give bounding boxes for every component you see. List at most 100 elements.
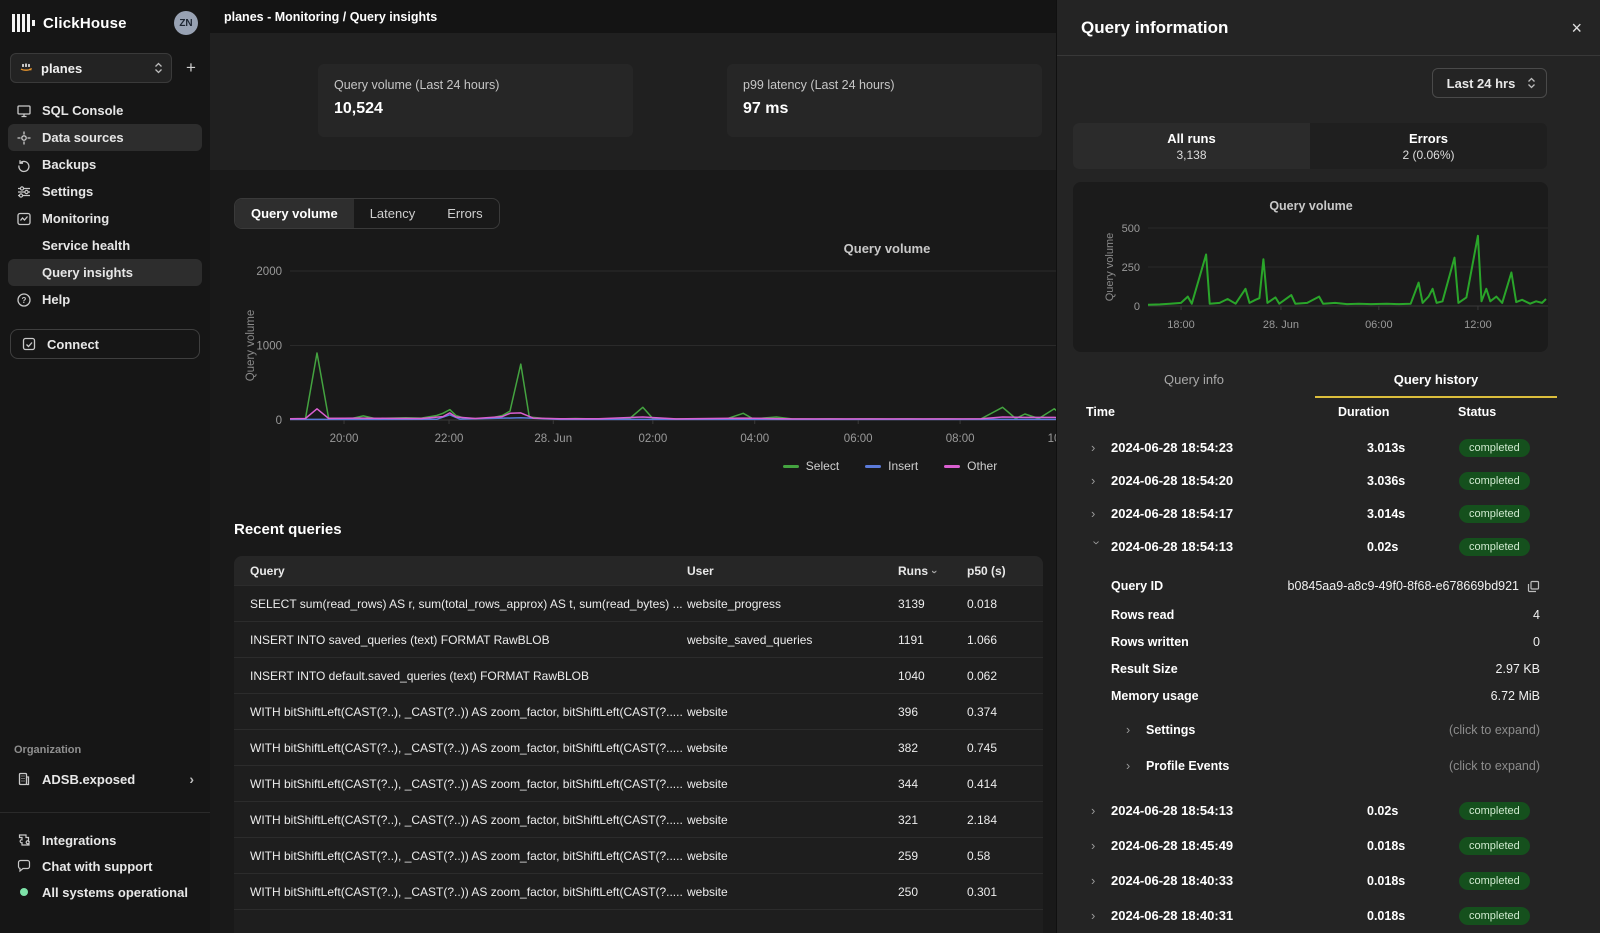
app-root: ClickHouse ZN planes + SQL Console (0, 0, 1600, 933)
legend-item[interactable]: Insert (865, 459, 918, 473)
table-row[interactable]: WITH bitShiftLeft(CAST(?..), _CAST(?..))… (234, 693, 1043, 729)
svg-text:06:00: 06:00 (844, 433, 873, 445)
sidebar-item-chat-support[interactable]: Chat with support (8, 853, 202, 879)
history-duration: 3.036s (1367, 474, 1459, 488)
organization-item[interactable]: ADSB.exposed › (8, 764, 202, 794)
connect-icon (21, 336, 37, 352)
segment-errors[interactable]: Errors 2 (0.06%) (1310, 123, 1547, 169)
mini-chart-svg: 025050018:0028. Jun06:0012:00Query volum… (1073, 182, 1548, 352)
copy-icon[interactable] (1527, 580, 1540, 593)
time-range-select[interactable]: Last 24 hrs (1432, 68, 1547, 98)
legend-swatch-icon (865, 465, 881, 468)
close-icon[interactable]: × (1571, 19, 1582, 37)
column-user[interactable]: User (687, 564, 898, 578)
column-query[interactable]: Query (250, 564, 687, 578)
chevron-right-icon[interactable]: › (1091, 803, 1111, 818)
chevron-right-icon[interactable]: › (1091, 873, 1111, 888)
history-row[interactable]: ›2024-06-28 18:45:490.018scompleted (1073, 828, 1540, 863)
history-row[interactable]: ›2024-06-28 18:54:130.02scompleted (1073, 793, 1540, 828)
sidebar-item-help[interactable]: ? Help (8, 286, 202, 313)
svg-text:Query volume: Query volume (1104, 233, 1116, 301)
panel-header: Query information × (1057, 0, 1600, 56)
legend-label: Select (806, 459, 839, 473)
detail-label: Rows written (1111, 635, 1189, 649)
history-row[interactable]: ›2024-06-28 18:40:310.018scompleted (1073, 898, 1540, 933)
chevron-right-icon[interactable]: › (1091, 838, 1111, 853)
chevron-right-icon[interactable]: › (1091, 908, 1111, 923)
connect-button[interactable]: Connect (10, 329, 200, 359)
table-cell: 1191 (898, 633, 967, 647)
table-cell: INSERT INTO default.saved_queries (text)… (250, 669, 687, 683)
legend-item[interactable]: Other (944, 459, 997, 473)
sidebar-item-monitoring[interactable]: Monitoring (8, 205, 202, 232)
sidebar-item-data-sources[interactable]: Data sources (8, 124, 202, 151)
table-cell: website (687, 885, 898, 899)
segment-all-runs[interactable]: All runs 3,138 (1073, 123, 1310, 169)
legend-item[interactable]: Select (783, 459, 839, 473)
tab-query-history[interactable]: Query history (1315, 368, 1557, 396)
svg-text:12:00: 12:00 (1464, 319, 1492, 331)
sidebar-item-settings[interactable]: Settings (8, 178, 202, 205)
history-row[interactable]: ›2024-06-28 18:54:130.02scompleted (1073, 530, 1540, 563)
stat-card-p99-latency: p99 latency (Last 24 hours) 97 ms (727, 64, 1042, 137)
history-row[interactable]: ›2024-06-28 18:54:173.014scompleted (1073, 497, 1540, 530)
svg-text:Query volume: Query volume (1269, 199, 1352, 213)
panel-query-volume-chart: 025050018:0028. Jun06:0012:00Query volum… (1073, 182, 1548, 352)
tab-latency[interactable]: Latency (354, 199, 432, 228)
table-cell: website_saved_queries (687, 633, 898, 647)
sidebar-item-query-insights[interactable]: Query insights (8, 259, 202, 286)
table-cell: 382 (898, 741, 967, 755)
table-cell: 250 (898, 885, 967, 899)
history-duration: 3.013s (1367, 441, 1459, 455)
sidebar-item-label: Backups (42, 157, 96, 172)
column-runs[interactable]: Runs› (898, 564, 967, 578)
expandable-section-profile-events[interactable]: ›Profile Events(click to expand) (1073, 751, 1540, 781)
sidebar-item-label: Query insights (42, 265, 133, 280)
history-time: 2024-06-28 18:54:17 (1111, 506, 1367, 521)
help-icon: ? (16, 292, 32, 308)
history-row[interactable]: ›2024-06-28 18:54:233.013scompleted (1073, 431, 1540, 464)
history-row[interactable]: ›2024-06-28 18:54:203.036scompleted (1073, 464, 1540, 497)
expandable-section-settings[interactable]: ›Settings(click to expand) (1073, 715, 1540, 745)
table-row[interactable]: WITH bitShiftLeft(CAST(?..), _CAST(?..))… (234, 801, 1043, 837)
settings-sliders-icon (16, 184, 32, 200)
detail-value: 6.72 MiB (1491, 689, 1540, 703)
chevron-right-icon[interactable]: › (1091, 473, 1111, 488)
table-cell: WITH bitShiftLeft(CAST(?..), _CAST(?..))… (250, 885, 687, 899)
table-cell: SELECT sum(read_rows) AS r, sum(total_ro… (250, 597, 687, 611)
tab-errors[interactable]: Errors (431, 199, 498, 228)
tab-query-volume[interactable]: Query volume (235, 199, 354, 228)
user-avatar[interactable]: ZN (174, 11, 198, 35)
table-row[interactable]: WITH bitShiftLeft(CAST(?..), _CAST(?..))… (234, 765, 1043, 801)
history-row[interactable]: ›2024-06-28 18:40:330.018scompleted (1073, 863, 1540, 898)
organization-name: ADSB.exposed (42, 772, 135, 787)
sidebar-item-integrations[interactable]: Integrations (8, 827, 202, 853)
table-row[interactable]: WITH bitShiftLeft(CAST(?..), _CAST(?..))… (234, 873, 1043, 909)
chevron-down-icon[interactable]: › (1090, 541, 1105, 553)
sidebar-item-system-status[interactable]: All systems operational (8, 879, 202, 905)
column-p50[interactable]: p50 (s) (967, 564, 1043, 578)
sidebar-item-backups[interactable]: Backups (8, 151, 202, 178)
table-row[interactable]: INSERT INTO default.saved_queries (text)… (234, 657, 1043, 693)
workspace-select[interactable]: planes (10, 53, 172, 83)
sidebar: ClickHouse ZN planes + SQL Console (0, 0, 210, 933)
history-time: 2024-06-28 18:54:20 (1111, 473, 1367, 488)
console-icon (16, 103, 32, 119)
table-row[interactable]: INSERT INTO saved_queries (text) FORMAT … (234, 621, 1043, 657)
sidebar-item-sql-console[interactable]: SQL Console (8, 97, 202, 124)
stat-card-query-volume: Query volume (Last 24 hours) 10,524 (318, 64, 633, 137)
sidebar-item-service-health[interactable]: Service health (8, 232, 202, 259)
tab-query-info[interactable]: Query info (1073, 368, 1315, 396)
chevron-right-icon[interactable]: › (1091, 506, 1111, 521)
add-service-button[interactable]: + (182, 58, 200, 78)
chevron-right-icon[interactable]: › (1091, 440, 1111, 455)
history-duration: 3.014s (1367, 507, 1459, 521)
query-information-panel: Query information × Last 24 hrs All runs… (1056, 0, 1600, 933)
table-cell: 1040 (898, 669, 967, 683)
table-row[interactable]: SELECT sum(read_rows) AS r, sum(total_ro… (234, 585, 1043, 621)
table-cell: 0.301 (967, 885, 1043, 899)
connect-label: Connect (47, 337, 99, 352)
table-row[interactable]: WITH bitShiftLeft(CAST(?..), _CAST(?..))… (234, 729, 1043, 765)
table-row[interactable]: WITH bitShiftLeft(CAST(?..), _CAST(?..))… (234, 837, 1043, 873)
recent-queries-title: Recent queries (234, 521, 342, 538)
